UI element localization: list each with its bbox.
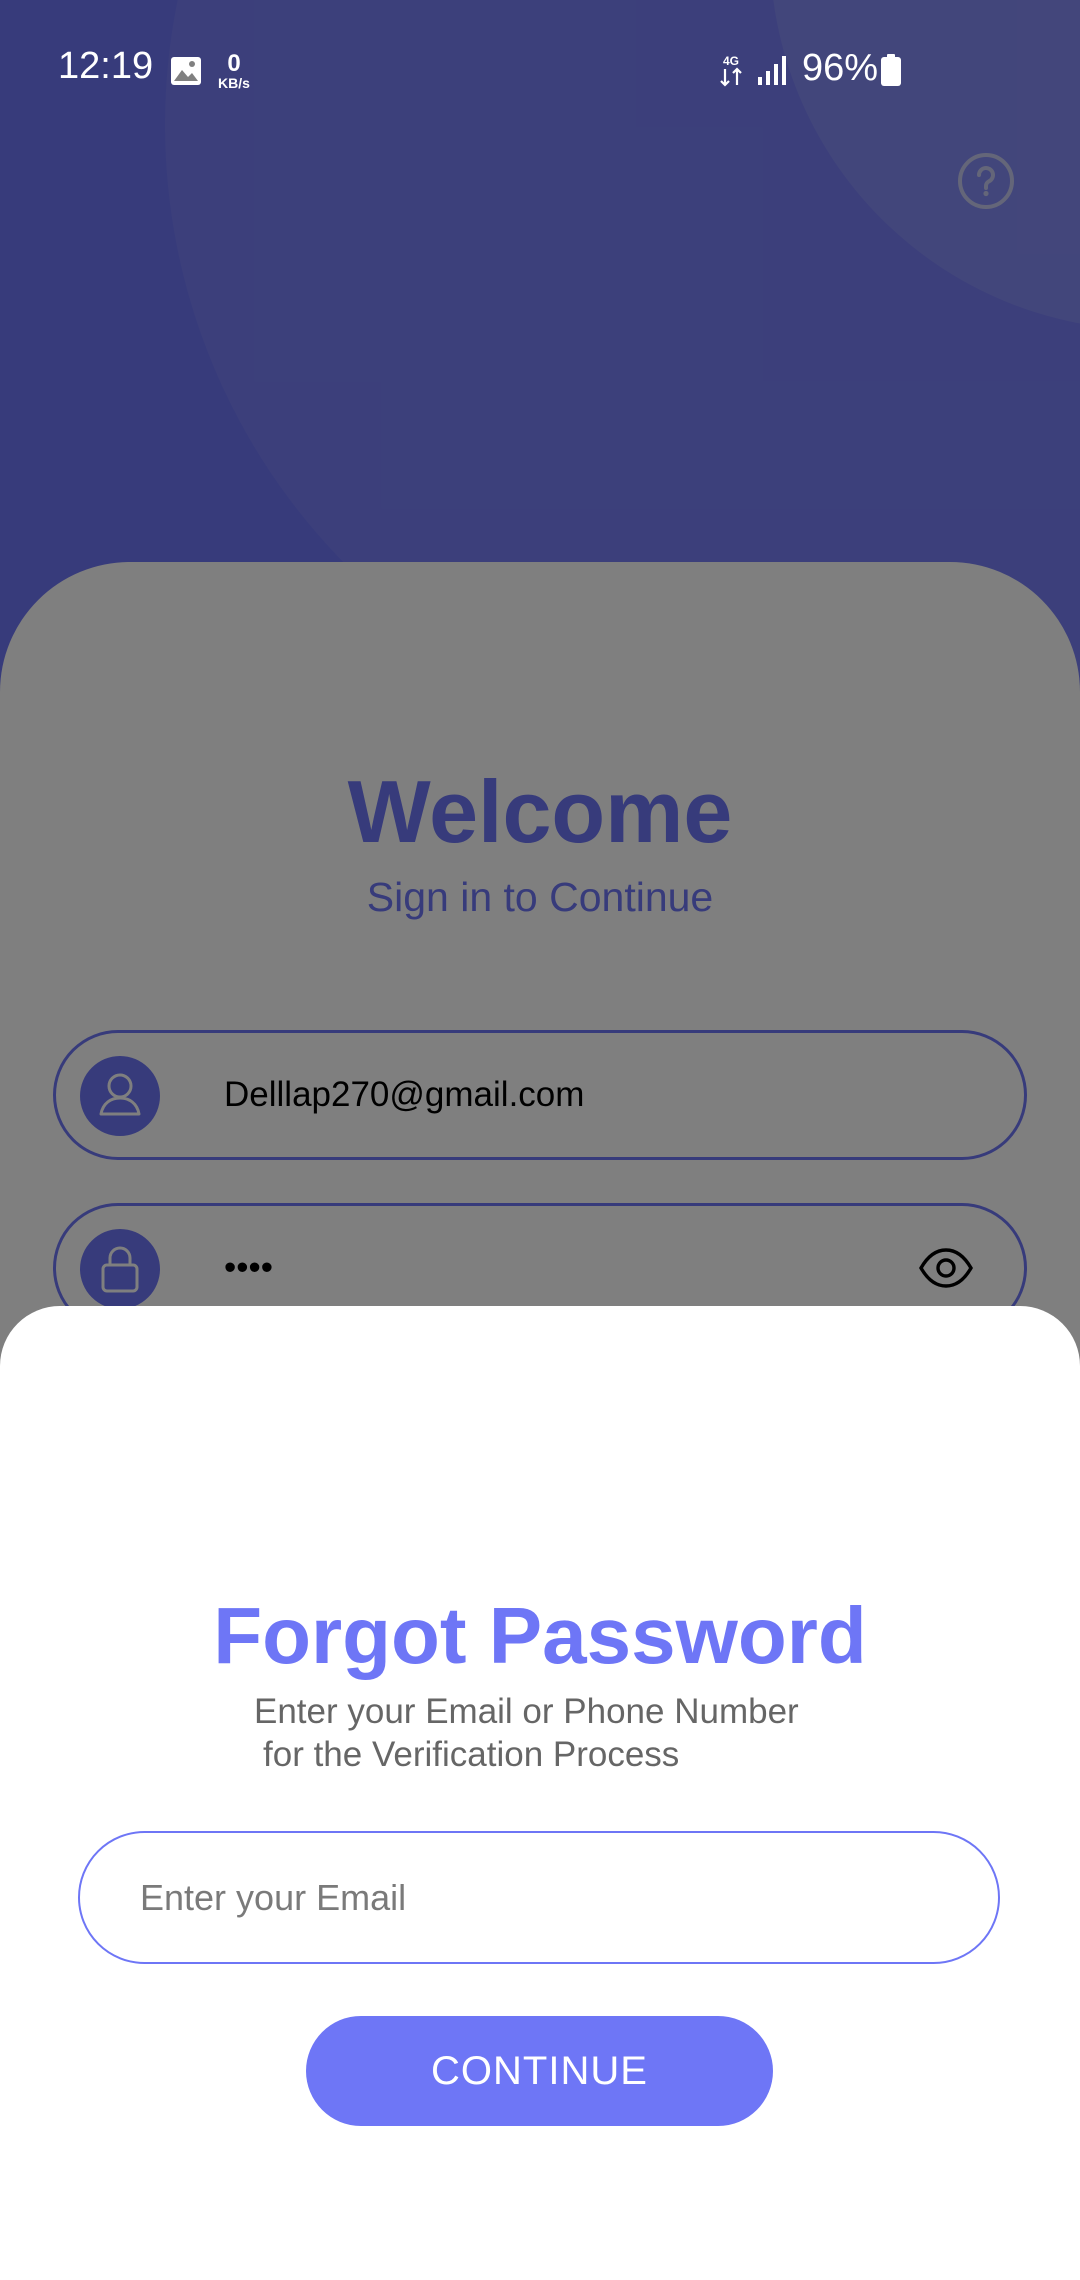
network-speed: 0 KB/s [212,50,256,91]
signal-icon [758,56,786,85]
forgot-password-sheet [0,1306,1080,2280]
network-speed-unit: KB/s [218,75,250,91]
subtitle-line: for the Verification Process [263,1735,680,1774]
continue-button[interactable]: CONTINUE [306,2016,773,2126]
svg-text:4G: 4G [723,54,739,68]
screen: Welcome Sign in to Continue Delllap270@g… [0,0,1080,2280]
gallery-icon [171,57,201,85]
network-speed-value: 0 [227,50,241,77]
email-field[interactable] [78,1831,1000,1964]
battery-icon [881,54,901,86]
forgot-password-subtitle: Enter your Email or Phone Number for the… [254,1690,799,1776]
subtitle-line: Enter your Email or Phone Number [254,1692,799,1731]
forgot-password-title: Forgot Password [213,1591,867,1680]
status-time: 12:19 [58,45,154,87]
battery-percent: 96% [802,47,879,89]
network-4g-icon: 4G [720,54,742,87]
status-bar: 12:19 0 KB/s 4G 96% [0,0,1080,116]
